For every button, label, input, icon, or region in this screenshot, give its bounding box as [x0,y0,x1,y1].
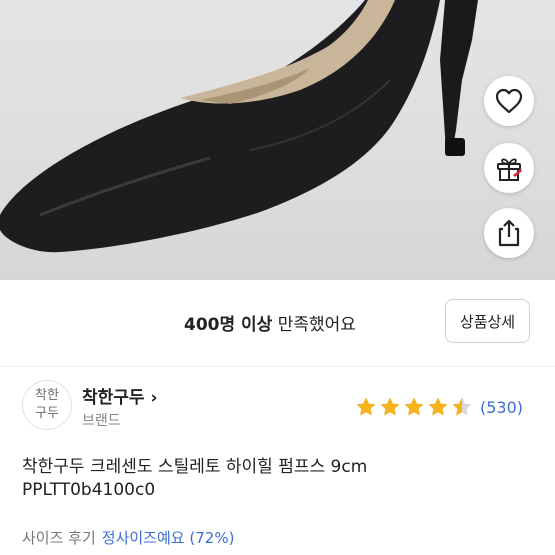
heart-icon [495,88,523,114]
review-count[interactable]: (530) [480,398,523,417]
satisfaction-text: 400명 이상 만족했어요 [184,310,356,335]
brand-label: 브랜드 [82,413,121,429]
product-image [0,0,555,280]
gift-icon [497,158,522,181]
share-button[interactable] [484,208,534,258]
brand-logo[interactable]: 착한 구두 [22,380,72,430]
rating[interactable]: (530) [355,396,523,418]
black-pump-shoe-illustration [0,0,478,253]
star-full-icon [356,397,376,416]
brand-logo-line1: 착한 [35,388,59,403]
brand-name-link[interactable]: 착한구두 › [82,383,158,408]
brand-name: 착한구두 [82,388,145,408]
size-review[interactable]: 사이즈 후기 정사이즈예요 (72%) [22,527,234,548]
share-icon [498,219,520,247]
star-half-icon [452,397,472,416]
satisfaction-count: 400명 이상 [184,315,273,335]
star-full-icon [380,397,400,416]
divider [0,366,555,367]
star-full-icon [428,397,448,416]
brand-logo-line2: 구두 [35,406,59,421]
product-detail-button[interactable]: 상품상세 [445,299,530,343]
satisfaction-suffix: 만족했어요 [277,315,356,335]
size-review-label: 사이즈 후기 [22,529,96,547]
wishlist-button[interactable] [484,76,534,126]
size-review-value: 정사이즈예요 (72%) [101,529,235,547]
product-code: PPLTT0b4100c0 [22,480,156,500]
star-full-icon [404,397,424,416]
star-rating [355,396,475,418]
gift-button[interactable] [484,143,534,193]
chevron-right-icon: › [150,388,158,408]
product-name: 착한구두 크레센도 스틸레토 하이힐 펌프스 9cm [22,457,368,477]
